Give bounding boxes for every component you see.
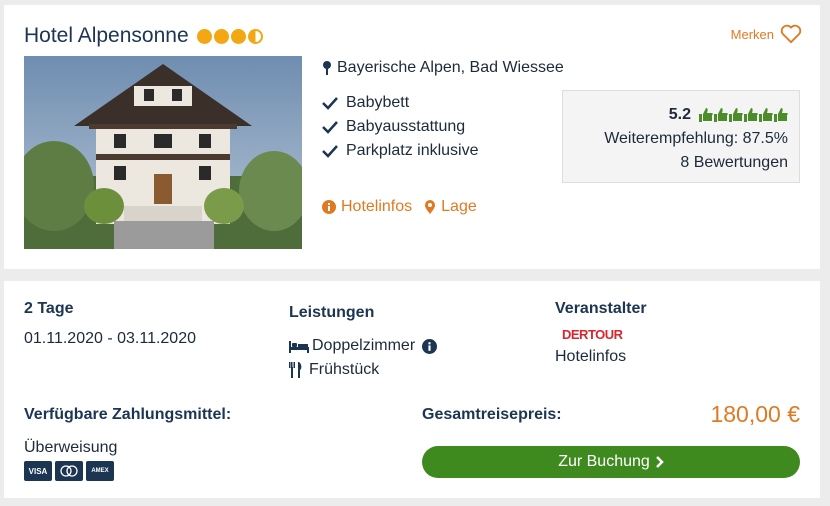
- star-icon: [196, 28, 212, 44]
- rating-row: 5.2: [563, 103, 788, 127]
- thumb-up-icon: [759, 108, 773, 122]
- lage-label: Lage: [441, 198, 477, 215]
- room-type: Doppelzimmer: [289, 337, 438, 355]
- operator-heading: Veranstalter: [555, 300, 647, 317]
- thumb-up-icon: [714, 108, 728, 122]
- check-icon: [322, 121, 338, 134]
- rating-score: 5.2: [668, 106, 691, 123]
- book-label: Zur Buchung: [558, 453, 650, 470]
- feature-item: Babybett: [322, 91, 479, 115]
- cutlery-icon: [289, 362, 302, 378]
- visa-icon: VISA: [24, 461, 52, 481]
- feature-label: Babyausstattung: [346, 118, 466, 135]
- rating-box[interactable]: 5.2 Weiterempfehlung: 87.5% 8 Bewertunge…: [562, 90, 800, 183]
- payment-heading: Verfügbare Zahlungsmittel:: [24, 406, 232, 423]
- star-rating: [196, 28, 263, 44]
- pin-icon: [323, 61, 331, 75]
- save-button[interactable]: Merken: [731, 24, 802, 44]
- save-label: Merken: [730, 26, 774, 42]
- check-icon: [322, 145, 338, 158]
- review-count[interactable]: 8 Bewertungen: [563, 151, 788, 175]
- hotel-card: Hotel Alpensonne Merken Bayerische Alpen…: [4, 5, 820, 269]
- thumb-up-icon: [774, 108, 788, 122]
- room-label: Doppelzimmer: [312, 337, 416, 354]
- operator-hotelinfos-link[interactable]: Hotelinfos: [555, 348, 626, 366]
- travel-dates: 01.11.2020 - 03.11.2020: [24, 330, 196, 347]
- star-icon: [213, 28, 229, 44]
- services-heading: Leistungen: [289, 304, 375, 321]
- feature-label: Babybett: [346, 94, 410, 111]
- feature-label: Parkplatz inklusive: [346, 142, 479, 159]
- dertour-logo: DERTOUR: [562, 327, 623, 342]
- lage-link[interactable]: Lage: [424, 198, 477, 216]
- bed-icon: [289, 341, 309, 353]
- book-button[interactable]: Zur Buchung: [422, 446, 800, 478]
- total-price: 180,00 €: [710, 401, 800, 427]
- hotel-location: Bayerische Alpen, Bad Wiessee: [322, 59, 564, 77]
- hotel-name[interactable]: Hotel Alpensonne: [24, 24, 189, 48]
- payment-icons: VISA AMEX: [24, 461, 114, 481]
- board-label: Frühstück: [309, 361, 380, 378]
- recommendation-text: Weiterempfehlung: 87.5%: [604, 130, 788, 147]
- board-type: Frühstück: [289, 361, 379, 379]
- feature-item: Babyausstattung: [322, 115, 479, 139]
- location-text: Bayerische Alpen, Bad Wiessee: [337, 59, 564, 76]
- map-pin-icon: [425, 200, 436, 214]
- check-icon: [322, 97, 338, 110]
- chevron-right-icon: [655, 456, 664, 468]
- heart-icon: [780, 24, 802, 44]
- info-icon[interactable]: [422, 338, 438, 354]
- feature-item: Parkplatz inklusive: [322, 139, 479, 163]
- payment-method: Überweisung: [24, 439, 118, 456]
- half-star-icon: [247, 28, 263, 44]
- amex-icon: AMEX: [86, 461, 114, 481]
- thumb-up-icon: [744, 108, 758, 122]
- thumb-up-icon: [729, 108, 743, 122]
- thumb-rating: [699, 108, 788, 122]
- mastercard-icon: [55, 461, 83, 481]
- hotelinfos-label: Hotelinfos: [341, 198, 413, 215]
- total-price-label: Gesamtreisepreis:: [422, 406, 562, 423]
- hotel-title[interactable]: Hotel Alpensonne: [24, 24, 263, 48]
- star-icon: [230, 28, 246, 44]
- info-icon: [322, 200, 336, 214]
- hotel-links: Hotelinfos Lage: [322, 198, 477, 216]
- hotel-photo[interactable]: [24, 56, 302, 249]
- feature-list: Babybett Babyausstattung Parkplatz inklu…: [322, 91, 479, 163]
- duration: 2 Tage: [24, 300, 74, 317]
- offer-card: 2 Tage 01.11.2020 - 03.11.2020 Leistunge…: [4, 281, 820, 498]
- thumb-up-icon: [699, 108, 713, 122]
- hotelinfos-link[interactable]: Hotelinfos: [322, 198, 412, 216]
